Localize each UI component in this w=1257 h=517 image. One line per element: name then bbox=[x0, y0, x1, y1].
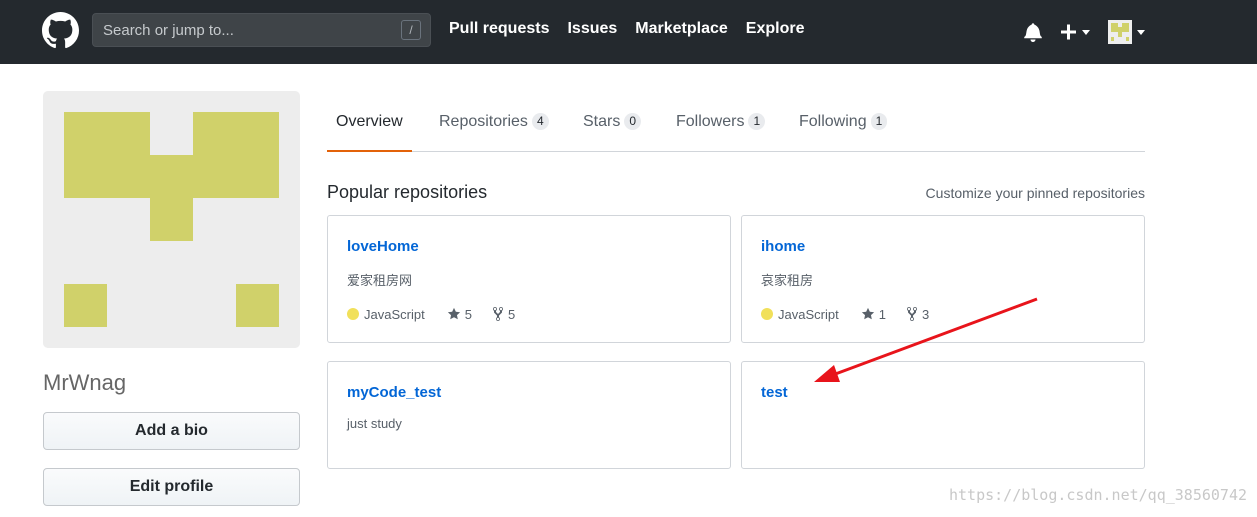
repo-description: 爱家租房网 bbox=[347, 273, 413, 288]
repo-name-link[interactable]: myCode_test bbox=[347, 384, 441, 401]
nav-issues[interactable]: Issues bbox=[567, 20, 617, 38]
profile-username: MrWnag bbox=[43, 370, 127, 395]
tab-label: Followers bbox=[676, 113, 745, 130]
top-header: / Pull requests Issues Marketplace Explo… bbox=[0, 0, 1257, 64]
repo-meta: JavaScript 1 3 bbox=[761, 306, 929, 322]
tab-label: Overview bbox=[336, 113, 403, 130]
profile-tabs: Overview Repositories 4 Stars 0 Followers 1… bbox=[327, 100, 1145, 152]
tab-followers[interactable]: Followers 1 bbox=[676, 100, 766, 152]
repo-forks[interactable]: 5 bbox=[508, 307, 515, 322]
language-color-dot bbox=[347, 308, 359, 320]
search-input[interactable] bbox=[93, 14, 393, 46]
tab-label: Repositories bbox=[439, 113, 528, 130]
tab-repositories[interactable]: Repositories 4 bbox=[439, 100, 549, 152]
language-color-dot bbox=[761, 308, 773, 320]
repo-name-link[interactable]: loveHome bbox=[347, 238, 419, 255]
plus-icon[interactable] bbox=[1060, 20, 1094, 44]
profile-avatar bbox=[43, 91, 300, 348]
repo-stars[interactable]: 1 bbox=[879, 307, 886, 322]
star-icon bbox=[861, 307, 874, 320]
tab-overview[interactable]: Overview bbox=[327, 100, 412, 152]
fork-icon bbox=[492, 307, 503, 321]
chevron-down-icon bbox=[1082, 30, 1090, 35]
repo-name-link[interactable]: test bbox=[761, 384, 788, 401]
header-nav: Pull requests Issues Marketplace Explore bbox=[449, 20, 804, 38]
repo-description: 哀家租房 bbox=[761, 273, 814, 288]
tab-count: 4 bbox=[531, 113, 549, 130]
repo-description: just study bbox=[347, 416, 402, 431]
tab-label: Following bbox=[799, 113, 867, 130]
tab-count: 1 bbox=[870, 113, 888, 130]
repo-language: JavaScript bbox=[778, 306, 839, 322]
user-avatar-menu[interactable] bbox=[1108, 20, 1146, 44]
repo-forks[interactable]: 3 bbox=[922, 307, 929, 322]
fork-icon bbox=[906, 307, 917, 321]
star-icon bbox=[447, 307, 460, 320]
tab-count: 1 bbox=[748, 113, 766, 130]
repo-card: loveHome 爱家租房网 JavaScript 5 5 bbox=[327, 215, 731, 343]
repo-card: test bbox=[741, 361, 1145, 469]
repo-name-link[interactable]: ihome bbox=[761, 238, 805, 255]
github-logo-icon[interactable] bbox=[42, 12, 79, 49]
bell-icon[interactable] bbox=[1024, 22, 1042, 42]
tab-label: Stars bbox=[583, 113, 621, 130]
repo-card: ihome 哀家租房 JavaScript 1 3 bbox=[741, 215, 1145, 343]
add-bio-button[interactable]: Add a bio bbox=[43, 412, 300, 450]
search-box[interactable]: / bbox=[92, 13, 431, 47]
repo-language: JavaScript bbox=[364, 306, 425, 322]
repo-meta: JavaScript 5 5 bbox=[347, 306, 515, 322]
nav-explore[interactable]: Explore bbox=[746, 20, 805, 38]
popular-repos-heading: Popular repositories bbox=[327, 182, 488, 202]
nav-marketplace[interactable]: Marketplace bbox=[635, 20, 728, 38]
search-shortcut-hint: / bbox=[401, 20, 421, 40]
edit-profile-button[interactable]: Edit profile bbox=[43, 468, 300, 506]
tab-count: 0 bbox=[624, 113, 642, 130]
customize-pinned-link[interactable]: Customize your pinned repositories bbox=[926, 185, 1145, 201]
tab-following[interactable]: Following 1 bbox=[799, 100, 888, 152]
watermark-text: https://blog.csdn.net/qq_38560742 bbox=[948, 486, 1247, 504]
nav-pull-requests[interactable]: Pull requests bbox=[449, 20, 549, 38]
repo-stars[interactable]: 5 bbox=[465, 307, 472, 322]
tab-stars[interactable]: Stars 0 bbox=[583, 100, 642, 152]
repo-card: myCode_test just study bbox=[327, 361, 731, 469]
